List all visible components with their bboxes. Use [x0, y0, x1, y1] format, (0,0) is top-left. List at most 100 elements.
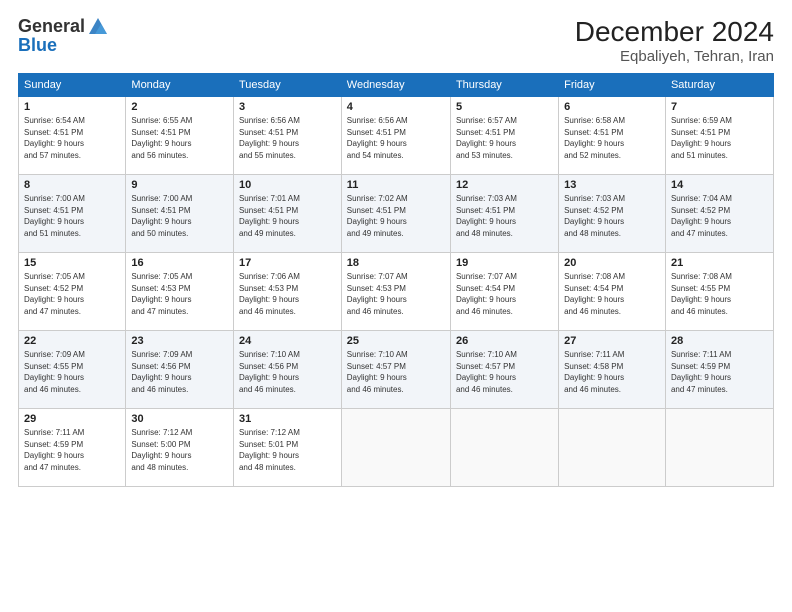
table-row: 21 Sunrise: 7:08 AM Sunset: 4:55 PM Dayli…	[665, 253, 773, 331]
day-info: Sunrise: 7:03 AM Sunset: 4:52 PM Dayligh…	[564, 193, 660, 239]
table-row: 19 Sunrise: 7:07 AM Sunset: 4:54 PM Dayli…	[450, 253, 558, 331]
calendar-table: Sunday Monday Tuesday Wednesday Thursday…	[18, 73, 774, 487]
title-block: December 2024 Eqbaliyeh, Tehran, Iran	[575, 16, 774, 65]
table-row: 24Sunrise: 7:10 AM Sunset: 4:56 PM Dayli…	[233, 331, 341, 409]
day-number: 16	[131, 257, 228, 269]
day-info: Sunrise: 7:11 AM Sunset: 4:59 PM Dayligh…	[24, 427, 120, 473]
table-row: 15 Sunrise: 7:05 AM Sunset: 4:52 PM Dayli…	[19, 253, 126, 331]
day-number: 20	[564, 257, 660, 269]
day-info: Sunrise: 7:10 AM Sunset: 4:57 PM Dayligh…	[347, 349, 445, 395]
day-number: 23	[131, 335, 228, 347]
day-info: Sunrise: 7:04 AM Sunset: 4:52 PM Dayligh…	[671, 193, 768, 239]
table-row: 8 Sunrise: 7:00 AM Sunset: 4:51 PM Daylig…	[19, 175, 126, 253]
day-info: Sunrise: 6:55 AM Sunset: 4:51 PM Dayligh…	[131, 115, 228, 161]
day-info: Sunrise: 7:07 AM Sunset: 4:53 PM Dayligh…	[347, 271, 445, 317]
table-row: 11 Sunrise: 7:02 AM Sunset: 4:51 PM Dayli…	[341, 175, 450, 253]
table-row: 31Sunrise: 7:12 AM Sunset: 5:01 PM Dayli…	[233, 409, 341, 487]
day-number: 25	[347, 335, 445, 347]
day-info: Sunrise: 7:05 AM Sunset: 4:53 PM Dayligh…	[131, 271, 228, 317]
day-number: 7	[671, 101, 768, 113]
col-tuesday: Tuesday	[233, 74, 341, 97]
day-info: Sunrise: 7:07 AM Sunset: 4:54 PM Dayligh…	[456, 271, 553, 317]
calendar-week-row: 22 Sunrise: 7:09 AM Sunset: 4:55 PM Dayli…	[19, 331, 774, 409]
day-number: 21	[671, 257, 768, 269]
table-row: 12 Sunrise: 7:03 AM Sunset: 4:51 PM Dayli…	[450, 175, 558, 253]
day-info: Sunrise: 7:08 AM Sunset: 4:55 PM Dayligh…	[671, 271, 768, 317]
day-number: 2	[131, 101, 228, 113]
day-number: 1	[24, 101, 120, 113]
calendar-week-row: 8 Sunrise: 7:00 AM Sunset: 4:51 PM Daylig…	[19, 175, 774, 253]
page: General Blue December 2024 Eqbaliyeh, Te…	[0, 0, 792, 612]
table-row: 14 Sunrise: 7:04 AM Sunset: 4:52 PM Dayli…	[665, 175, 773, 253]
day-info: Sunrise: 6:57 AM Sunset: 4:51 PM Dayligh…	[456, 115, 553, 161]
day-info: Sunrise: 7:00 AM Sunset: 4:51 PM Dayligh…	[131, 193, 228, 239]
header: General Blue December 2024 Eqbaliyeh, Te…	[18, 16, 774, 65]
col-sunday: Sunday	[19, 74, 126, 97]
calendar-week-row: 1Sunrise: 6:54 AM Sunset: 4:51 PM Daylig…	[19, 97, 774, 175]
table-row: 20 Sunrise: 7:08 AM Sunset: 4:54 PM Dayli…	[559, 253, 666, 331]
day-number: 15	[24, 257, 120, 269]
day-number: 13	[564, 179, 660, 191]
table-row: 2 Sunrise: 6:55 AM Sunset: 4:51 PM Daylig…	[126, 97, 234, 175]
table-row: 29 Sunrise: 7:11 AM Sunset: 4:59 PM Dayli…	[19, 409, 126, 487]
day-number: 19	[456, 257, 553, 269]
table-row: 23 Sunrise: 7:09 AM Sunset: 4:56 PM Dayli…	[126, 331, 234, 409]
table-row: 6Sunrise: 6:58 AM Sunset: 4:51 PM Daylig…	[559, 97, 666, 175]
table-row: 3 Sunrise: 6:56 AM Sunset: 4:51 PM Daylig…	[233, 97, 341, 175]
day-info: Sunrise: 6:59 AM Sunset: 4:51 PM Dayligh…	[671, 115, 768, 161]
table-row: 30 Sunrise: 7:12 AM Sunset: 5:00 PM Dayli…	[126, 409, 234, 487]
day-info: Sunrise: 7:05 AM Sunset: 4:52 PM Dayligh…	[24, 271, 120, 317]
day-info: Sunrise: 7:09 AM Sunset: 4:55 PM Dayligh…	[24, 349, 120, 395]
day-number: 22	[24, 335, 120, 347]
logo-general-text: General	[18, 17, 85, 37]
day-info: Sunrise: 7:12 AM Sunset: 5:00 PM Dayligh…	[131, 427, 228, 473]
logo-icon	[87, 16, 109, 38]
day-number: 28	[671, 335, 768, 347]
table-row	[341, 409, 450, 487]
col-saturday: Saturday	[665, 74, 773, 97]
day-number: 26	[456, 335, 553, 347]
day-info: Sunrise: 7:11 AM Sunset: 4:59 PM Dayligh…	[671, 349, 768, 395]
day-number: 10	[239, 179, 336, 191]
table-row: 26 Sunrise: 7:10 AM Sunset: 4:57 PM Dayli…	[450, 331, 558, 409]
table-row: 4Sunrise: 6:56 AM Sunset: 4:51 PM Daylig…	[341, 97, 450, 175]
day-number: 31	[239, 413, 336, 425]
day-info: Sunrise: 7:02 AM Sunset: 4:51 PM Dayligh…	[347, 193, 445, 239]
table-row	[559, 409, 666, 487]
day-number: 17	[239, 257, 336, 269]
table-row: 13 Sunrise: 7:03 AM Sunset: 4:52 PM Dayli…	[559, 175, 666, 253]
table-row: 18Sunrise: 7:07 AM Sunset: 4:53 PM Dayli…	[341, 253, 450, 331]
table-row: 27 Sunrise: 7:11 AM Sunset: 4:58 PM Dayli…	[559, 331, 666, 409]
col-thursday: Thursday	[450, 74, 558, 97]
day-number: 29	[24, 413, 120, 425]
table-row: 17 Sunrise: 7:06 AM Sunset: 4:53 PM Dayli…	[233, 253, 341, 331]
day-number: 12	[456, 179, 553, 191]
calendar-week-row: 29 Sunrise: 7:11 AM Sunset: 4:59 PM Dayli…	[19, 409, 774, 487]
table-row: 10Sunrise: 7:01 AM Sunset: 4:51 PM Dayli…	[233, 175, 341, 253]
day-number: 27	[564, 335, 660, 347]
table-row: 25 Sunrise: 7:10 AM Sunset: 4:57 PM Dayli…	[341, 331, 450, 409]
day-info: Sunrise: 7:03 AM Sunset: 4:51 PM Dayligh…	[456, 193, 553, 239]
table-row	[450, 409, 558, 487]
month-title: December 2024	[575, 16, 774, 48]
day-number: 11	[347, 179, 445, 191]
day-info: Sunrise: 6:56 AM Sunset: 4:51 PM Dayligh…	[347, 115, 445, 161]
col-monday: Monday	[126, 74, 234, 97]
day-number: 3	[239, 101, 336, 113]
day-number: 5	[456, 101, 553, 113]
day-info: Sunrise: 7:09 AM Sunset: 4:56 PM Dayligh…	[131, 349, 228, 395]
day-info: Sunrise: 6:56 AM Sunset: 4:51 PM Dayligh…	[239, 115, 336, 161]
day-info: Sunrise: 7:00 AM Sunset: 4:51 PM Dayligh…	[24, 193, 120, 239]
day-number: 14	[671, 179, 768, 191]
day-info: Sunrise: 7:10 AM Sunset: 4:57 PM Dayligh…	[456, 349, 553, 395]
logo: General Blue	[18, 16, 109, 56]
day-number: 6	[564, 101, 660, 113]
table-row: 1Sunrise: 6:54 AM Sunset: 4:51 PM Daylig…	[19, 97, 126, 175]
table-row: 9Sunrise: 7:00 AM Sunset: 4:51 PM Daylig…	[126, 175, 234, 253]
day-info: Sunrise: 7:08 AM Sunset: 4:54 PM Dayligh…	[564, 271, 660, 317]
day-number: 8	[24, 179, 120, 191]
day-number: 30	[131, 413, 228, 425]
day-info: Sunrise: 7:11 AM Sunset: 4:58 PM Dayligh…	[564, 349, 660, 395]
table-row: 5 Sunrise: 6:57 AM Sunset: 4:51 PM Daylig…	[450, 97, 558, 175]
day-info: Sunrise: 7:06 AM Sunset: 4:53 PM Dayligh…	[239, 271, 336, 317]
